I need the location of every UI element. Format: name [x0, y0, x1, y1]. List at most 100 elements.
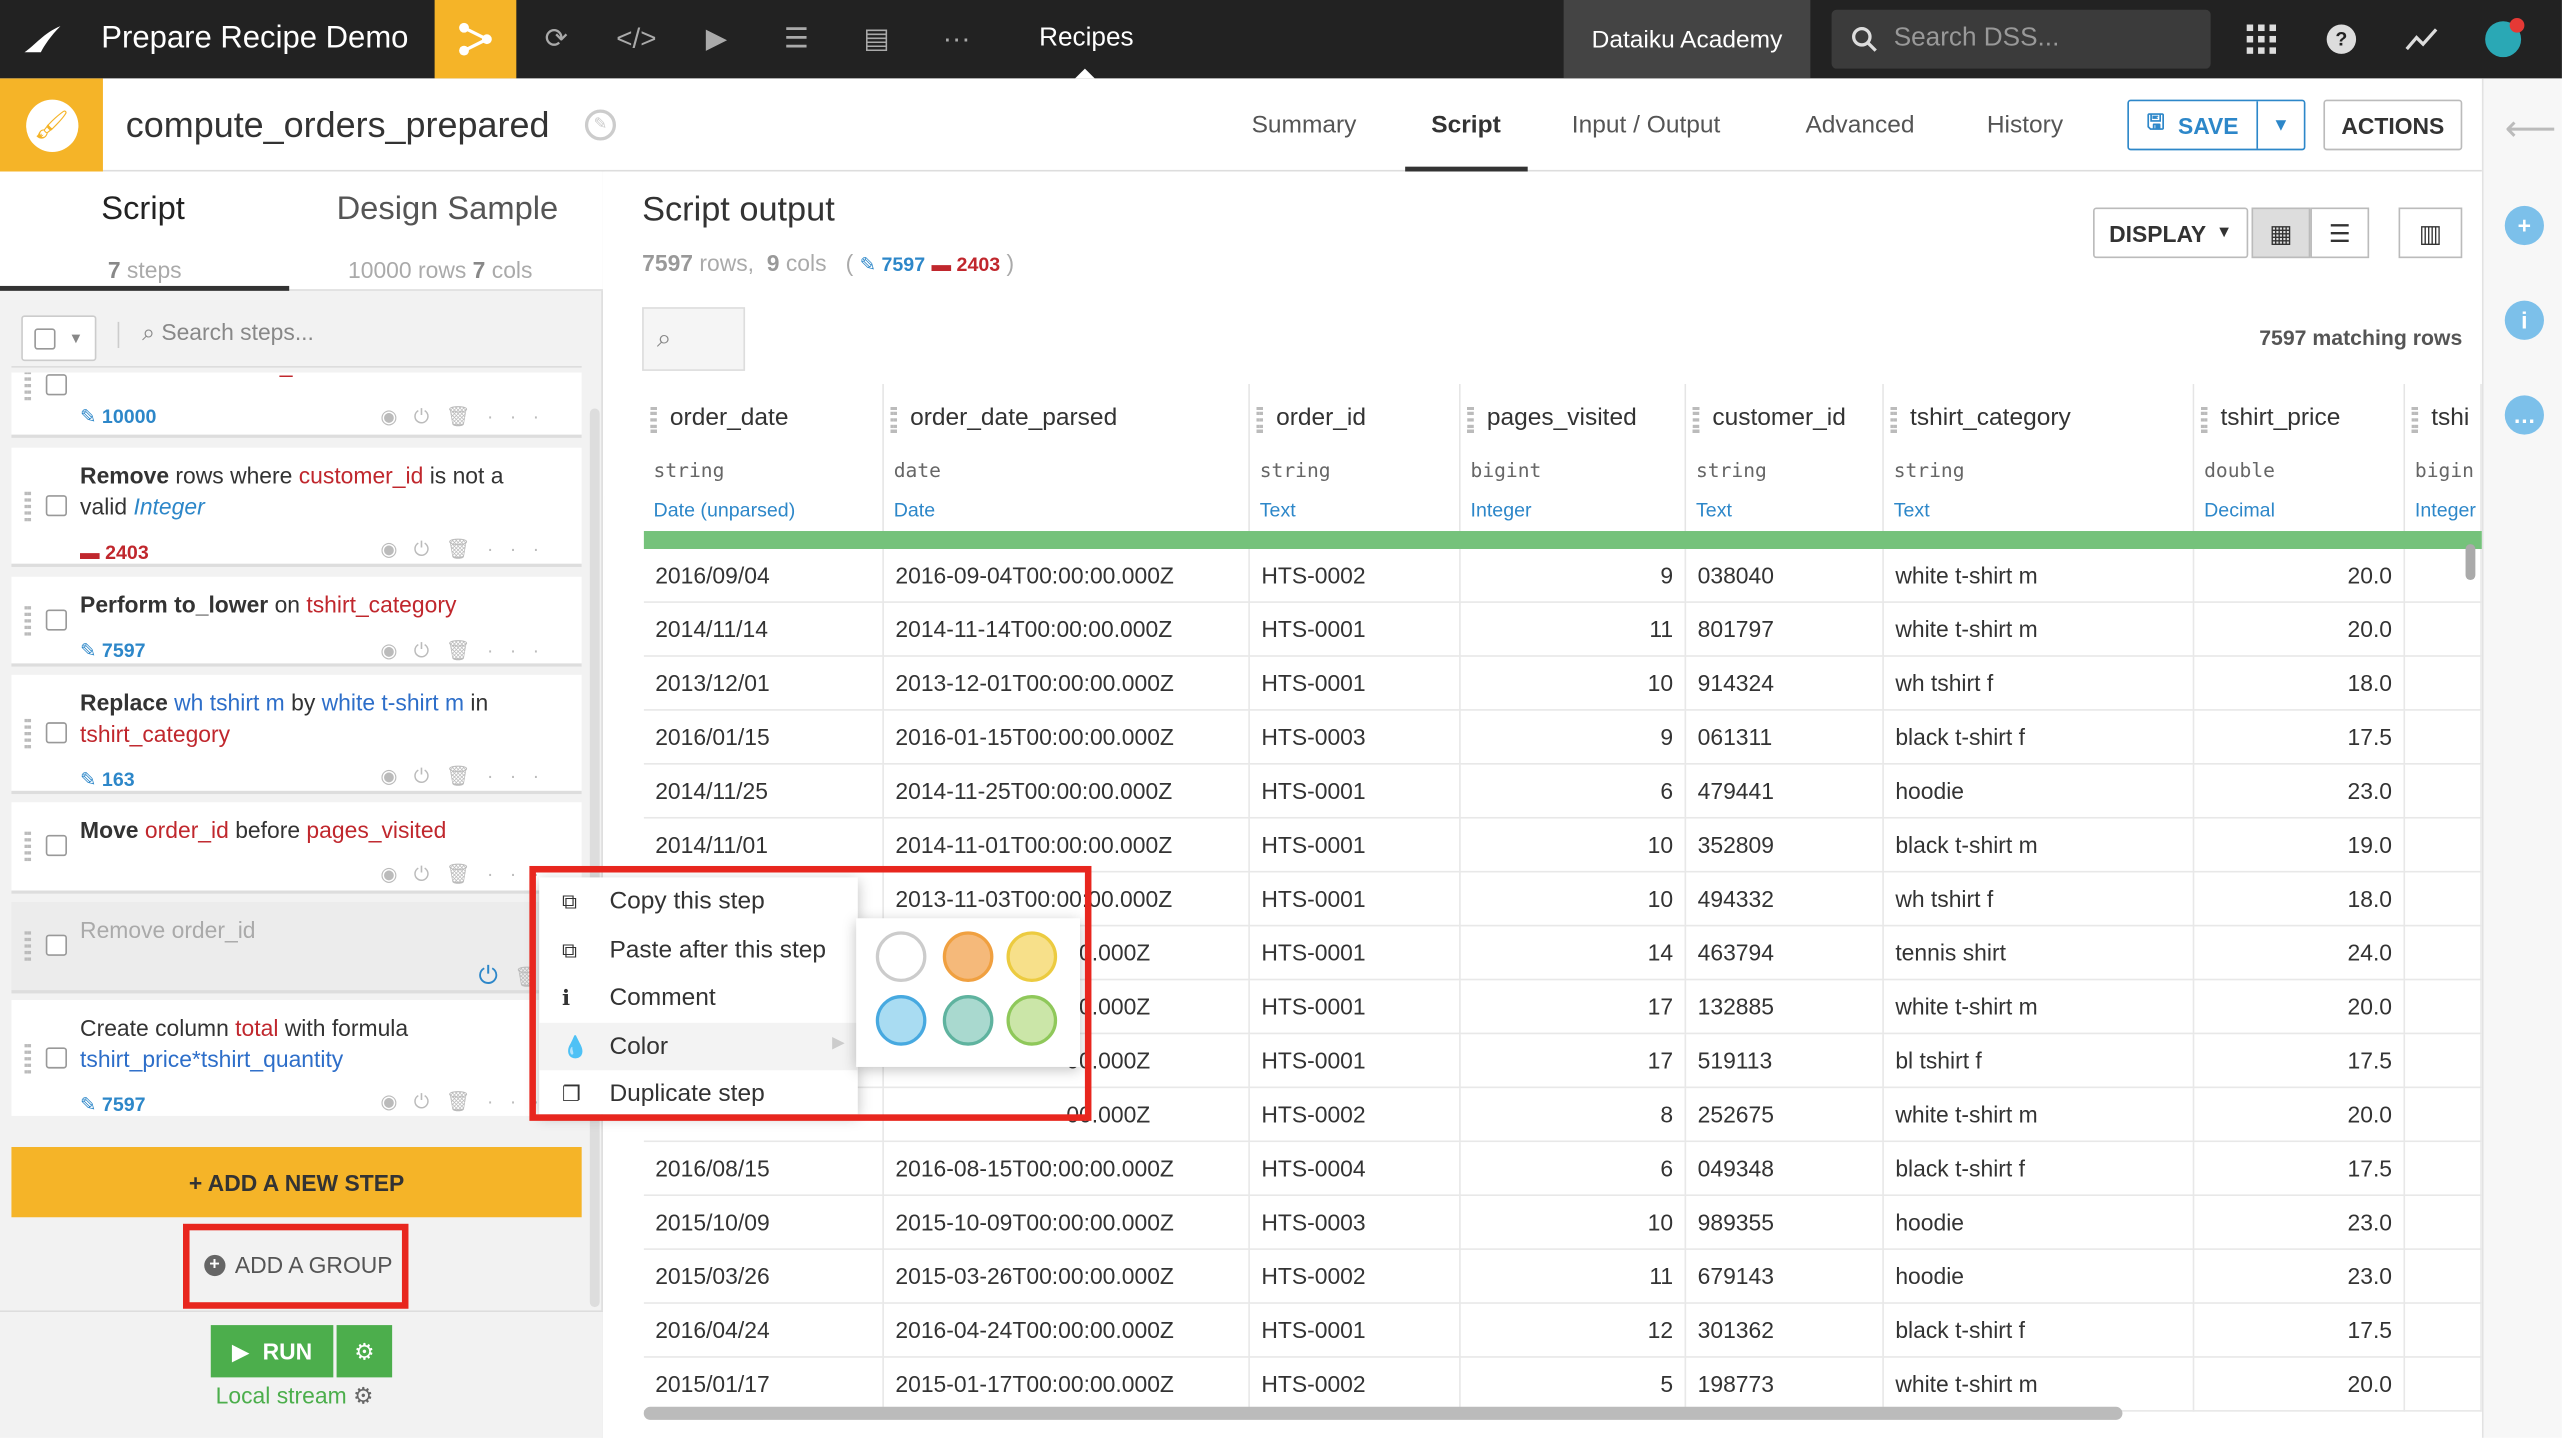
- more-icon[interactable]: ···: [917, 0, 997, 78]
- table-cell[interactable]: black t-shirt f: [1884, 710, 2195, 765]
- column-header[interactable]: order_date string Date (unparsed): [643, 383, 884, 532]
- table-cell[interactable]: 519113: [1686, 1034, 1884, 1089]
- column-drag-icon[interactable]: [1256, 406, 1264, 433]
- power-icon[interactable]: ⏻: [414, 538, 446, 561]
- table-cell[interactable]: 18.0: [2194, 656, 2406, 711]
- run-button[interactable]: ▶ RUN: [210, 1325, 334, 1378]
- select-all-checkbox[interactable]: ▼: [21, 315, 97, 362]
- drag-handle-icon[interactable]: [24, 1043, 32, 1073]
- table-cell[interactable]: white t-shirt m: [1884, 980, 2195, 1035]
- table-cell[interactable]: HTS-0002: [1250, 1357, 1461, 1412]
- table-cell[interactable]: 2014-11-01T00:00:00.000Z: [884, 818, 1250, 873]
- column-header[interactable]: pages_visited bigint Integer: [1460, 383, 1687, 532]
- drag-handle-icon[interactable]: [24, 605, 32, 635]
- info-icon[interactable]: i: [2504, 300, 2544, 340]
- table-cell[interactable]: [2405, 656, 2482, 711]
- tab-summary[interactable]: Summary: [1252, 111, 1357, 139]
- column-drag-icon[interactable]: [890, 406, 898, 433]
- column-drag-icon[interactable]: [1890, 406, 1897, 433]
- table-cell[interactable]: [2405, 872, 2482, 927]
- steps-search-input[interactable]: ⌕ Search steps...: [142, 319, 314, 347]
- table-cell[interactable]: HTS-0001: [1250, 602, 1461, 657]
- user-avatar[interactable]: [2464, 0, 2542, 78]
- table-cell[interactable]: 14: [1461, 926, 1687, 981]
- table-cell[interactable]: [2405, 710, 2482, 765]
- table-cell[interactable]: 8: [1461, 1088, 1687, 1143]
- table-cell[interactable]: HTS-0003: [1250, 710, 1461, 765]
- drag-handle-icon[interactable]: [24, 490, 32, 521]
- academy-link[interactable]: Dataiku Academy: [1563, 0, 1811, 79]
- table-cell[interactable]: 2016/08/15: [644, 1142, 884, 1197]
- table-cell[interactable]: 301362: [1686, 1303, 1884, 1358]
- table-cell[interactable]: wh tshirt f: [1884, 872, 2195, 927]
- step-item[interactable]: Create column total with formula tshirt_…: [11, 999, 582, 1116]
- table-cell[interactable]: 2015/10/09: [644, 1196, 884, 1250]
- table-cell[interactable]: 2015/03/26: [644, 1249, 884, 1304]
- step-checkbox[interactable]: [45, 1046, 67, 1068]
- table-cell[interactable]: hoodie: [1884, 1249, 2195, 1304]
- step-item[interactable]: Remove rows where customer_id is not a v…: [11, 447, 582, 567]
- column-header[interactable]: customer_id string Text: [1686, 383, 1884, 532]
- tab-design-sample[interactable]: Design Sample: [337, 191, 559, 229]
- tab-history[interactable]: History: [1987, 111, 2063, 139]
- delete-trash-icon[interactable]: 🗑: [446, 765, 487, 788]
- column-header[interactable]: tshi bigin Integer: [2405, 383, 2482, 532]
- delete-trash-icon[interactable]: 🗑: [446, 405, 487, 428]
- table-cell[interactable]: 9: [1461, 710, 1687, 765]
- run-icon[interactable]: ▶: [676, 0, 756, 78]
- table-cell[interactable]: 17: [1461, 1034, 1687, 1089]
- table-horizontal-scrollbar[interactable]: [643, 1406, 2123, 1420]
- table-cell[interactable]: 463794: [1686, 926, 1884, 981]
- table-cell[interactable]: 23.0: [2194, 1249, 2406, 1304]
- table-cell[interactable]: [2405, 1249, 2482, 1304]
- table-cell[interactable]: black t-shirt f: [1884, 1142, 2195, 1197]
- activity-trend-icon[interactable]: [2382, 0, 2460, 78]
- add-plus-icon[interactable]: +: [2504, 205, 2544, 246]
- more-icon[interactable]: ···: [487, 538, 556, 561]
- table-cell[interactable]: HTS-0002: [1250, 548, 1461, 603]
- table-cell[interactable]: 6: [1461, 1142, 1687, 1197]
- table-cell[interactable]: [2405, 1142, 2482, 1197]
- more-icon[interactable]: ···: [487, 405, 556, 428]
- column-name[interactable]: tshirt_category: [1910, 404, 2071, 432]
- table-cell[interactable]: [2405, 980, 2482, 1035]
- step-checkbox[interactable]: [45, 374, 67, 396]
- drag-handle-icon[interactable]: [24, 831, 32, 862]
- table-cell[interactable]: white t-shirt m: [1884, 1088, 2195, 1143]
- table-cell[interactable]: [2405, 926, 2482, 981]
- column-name[interactable]: tshi: [2431, 404, 2469, 432]
- column-meaning[interactable]: Integer: [1471, 498, 1532, 521]
- tab-script[interactable]: Script: [1431, 111, 1500, 139]
- table-cell[interactable]: 20.0: [2194, 1088, 2406, 1143]
- column-name[interactable]: order_date: [670, 404, 789, 432]
- table-cell[interactable]: 20.0: [2194, 602, 2406, 657]
- table-cell[interactable]: [2405, 1196, 2482, 1250]
- column-meaning[interactable]: Text: [1696, 498, 1732, 521]
- table-cell[interactable]: 23.0: [2194, 764, 2406, 819]
- column-meaning[interactable]: Date: [894, 498, 935, 521]
- table-cell[interactable]: 038040: [1686, 548, 1884, 603]
- tab-advanced[interactable]: Advanced: [1805, 111, 1914, 139]
- step-checkbox[interactable]: [45, 834, 67, 857]
- table-cell[interactable]: 10: [1461, 872, 1687, 927]
- table-cell[interactable]: 23.0: [2194, 1196, 2406, 1250]
- table-cell[interactable]: 11: [1461, 1249, 1687, 1304]
- table-cell[interactable]: [2405, 818, 2482, 873]
- table-cell[interactable]: 2015/01/17: [644, 1357, 884, 1412]
- column-drag-icon[interactable]: [1692, 406, 1700, 433]
- step-checkbox[interactable]: [45, 494, 67, 516]
- table-cell[interactable]: HTS-0002: [1250, 1249, 1461, 1304]
- table-cell[interactable]: 12: [1461, 1303, 1687, 1358]
- column-drag-icon[interactable]: [650, 406, 657, 433]
- table-cell[interactable]: HTS-0004: [1250, 1142, 1461, 1197]
- table-cell[interactable]: bl tshirt f: [1884, 1034, 2195, 1089]
- tab-input-output[interactable]: Input / Output: [1572, 111, 1721, 139]
- table-cell[interactable]: black t-shirt f: [1884, 1303, 2195, 1358]
- power-icon[interactable]: ⏻: [414, 1090, 446, 1113]
- table-cell[interactable]: 352809: [1686, 818, 1884, 873]
- preview-eye-icon[interactable]: ◉: [380, 538, 413, 561]
- table-cell[interactable]: 2014-11-14T00:00:00.000Z: [884, 602, 1250, 657]
- table-cell[interactable]: [2405, 602, 2482, 657]
- recipe-name[interactable]: compute_orders_prepared: [126, 105, 550, 147]
- column-header[interactable]: tshirt_price double Decimal: [2194, 383, 2406, 532]
